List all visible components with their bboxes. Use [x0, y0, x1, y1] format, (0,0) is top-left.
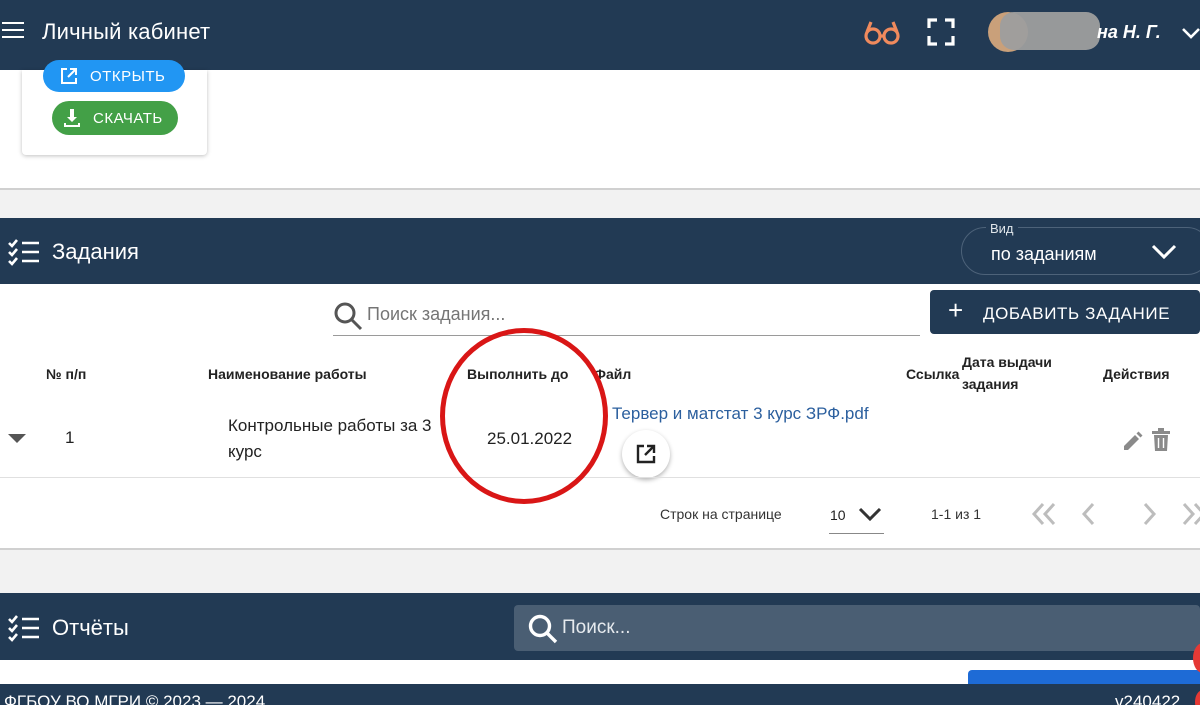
open-external-icon — [61, 68, 77, 84]
top-app-bar: Личный кабинет на Н. Г. — [0, 0, 1200, 70]
first-page-icon[interactable] — [1030, 500, 1058, 533]
reports-search-input[interactable] — [562, 617, 1162, 639]
view-select-value: по заданиям — [991, 244, 1097, 264]
tasks-title: Задания — [52, 239, 139, 264]
user-name[interactable]: на Н. Г. — [1097, 22, 1161, 43]
col-header-name[interactable]: Наименование работы — [208, 364, 367, 384]
search-icon — [528, 614, 558, 644]
delete-icon[interactable] — [1150, 428, 1172, 457]
tasks-toolbar: + ДОБАВИТЬ ЗАДАНИЕ — [0, 284, 1200, 344]
footer: ФГБОУ ВО МГРИ © 2023 — 2024 v240422 — [0, 684, 1200, 705]
rows-per-page-select[interactable]: 10 — [829, 498, 884, 534]
checklist-icon — [8, 238, 40, 271]
pagination-range: 1-1 из 1 — [931, 506, 982, 522]
reports-header: Отчёты — [0, 593, 1200, 660]
next-page-icon[interactable] — [1140, 500, 1160, 533]
row-name-line2: курс — [228, 442, 262, 461]
tasks-header: Задания Вид по заданиям — [0, 218, 1200, 284]
tasks-table: № п/п Наименование работы Выполнить до Ф… — [0, 328, 1200, 550]
download-button-label: СКАЧАТЬ — [93, 110, 163, 127]
row-file-link[interactable]: Тервер и матстат 3 курс ЗРФ.pdf — [612, 404, 869, 424]
task-search-input[interactable] — [367, 304, 907, 325]
col-header-num[interactable]: № п/п — [46, 364, 86, 384]
user-name-redaction — [1000, 12, 1100, 50]
open-external-icon — [636, 444, 656, 464]
prev-page-icon[interactable] — [1078, 500, 1098, 533]
col-header-link[interactable]: Ссылка — [906, 364, 959, 384]
open-button-label: ОТКРЫТЬ — [90, 68, 166, 85]
page-title: Личный кабинет — [42, 19, 211, 44]
menu-icon[interactable] — [2, 22, 24, 42]
annotation-circle — [440, 328, 608, 504]
reports-search-field[interactable] — [514, 605, 1200, 651]
footer-copyright: ФГБОУ ВО МГРИ © 2023 — 2024 — [4, 692, 266, 705]
add-task-label: ДОБАВИТЬ ЗАДАНИЕ — [983, 304, 1171, 323]
view-select[interactable]: Вид по заданиям — [961, 221, 1200, 275]
file-card: ОТКРЫТЬ СКАЧАТЬ — [22, 60, 207, 155]
search-icon — [334, 302, 363, 331]
download-icon — [64, 109, 80, 127]
footer-version: v240422 — [1115, 692, 1181, 705]
chevron-down-icon[interactable] — [1180, 22, 1200, 49]
rows-per-page-label: Строк на странице — [660, 506, 782, 522]
checklist-icon — [8, 614, 40, 647]
chevron-down-icon — [1150, 242, 1178, 267]
download-button[interactable]: СКАЧАТЬ — [52, 101, 178, 135]
rows-per-page-value: 10 — [830, 507, 846, 523]
col-header-issued-line1[interactable]: Дата выдачи — [962, 352, 1052, 372]
col-header-issued-line2: задания — [962, 376, 1019, 392]
row-num: 1 — [65, 428, 75, 447]
add-task-button[interactable]: + ДОБАВИТЬ ЗАДАНИЕ — [930, 290, 1200, 334]
row-name-line1: Контрольные работы за 3 — [228, 416, 432, 435]
col-header-actions: Действия — [1103, 366, 1170, 382]
view-select-legend: Вид — [986, 221, 1018, 236]
last-page-icon[interactable] — [1180, 500, 1200, 533]
glasses-icon[interactable] — [864, 18, 900, 53]
row-divider — [0, 477, 1200, 478]
reports-title: Отчёты — [52, 615, 129, 640]
file-section: ОТКРЫТЬ СКАЧАТЬ — [0, 60, 1200, 190]
expand-row-icon[interactable] — [8, 434, 26, 443]
plus-icon: + — [948, 295, 964, 325]
edit-icon[interactable] — [1122, 430, 1144, 457]
open-button[interactable]: ОТКРЫТЬ — [43, 60, 185, 92]
open-file-button[interactable] — [622, 430, 670, 478]
chevron-down-icon — [858, 507, 882, 522]
task-search-field[interactable] — [333, 298, 920, 336]
fullscreen-icon[interactable] — [927, 18, 955, 51]
